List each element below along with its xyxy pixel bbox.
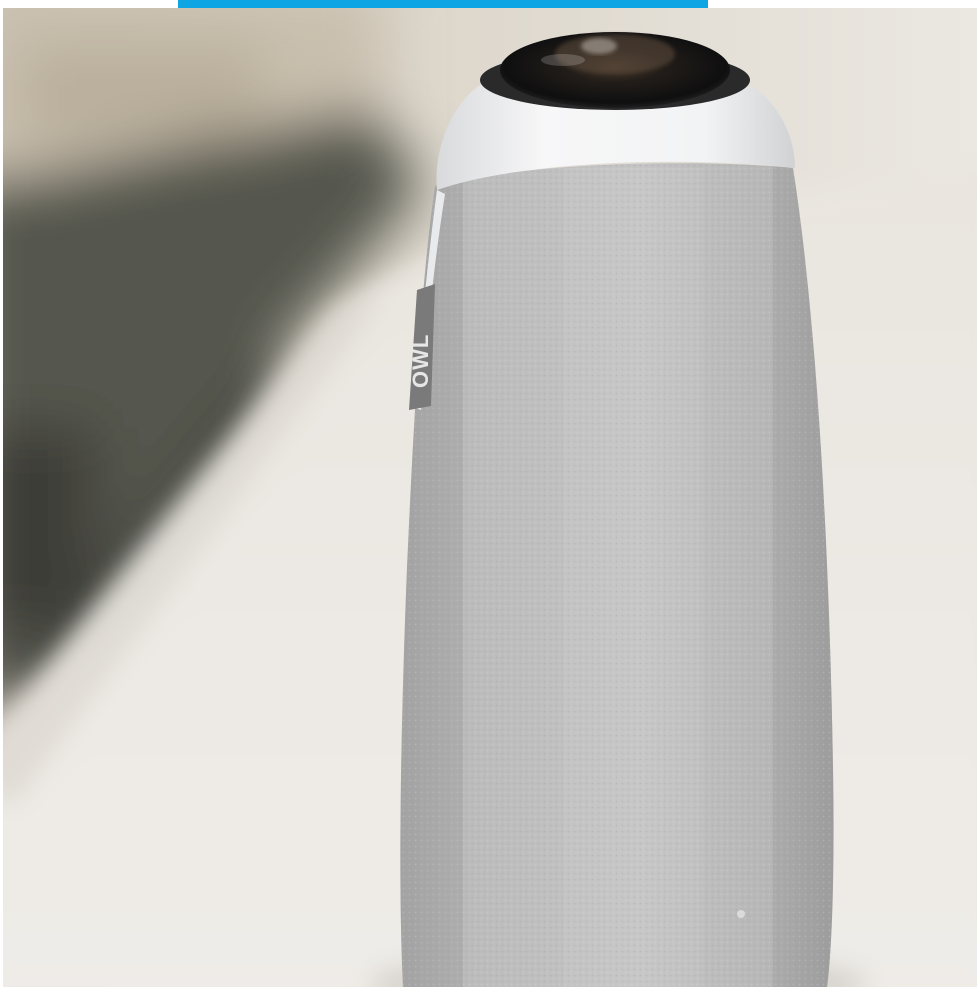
product-photo: OWL: [3, 8, 977, 987]
photo-frame: OWL: [0, 0, 979, 987]
accent-bar: [178, 0, 708, 8]
camera-speaker-image: OWL: [3, 8, 977, 987]
brand-tag-label: OWL: [408, 334, 433, 388]
